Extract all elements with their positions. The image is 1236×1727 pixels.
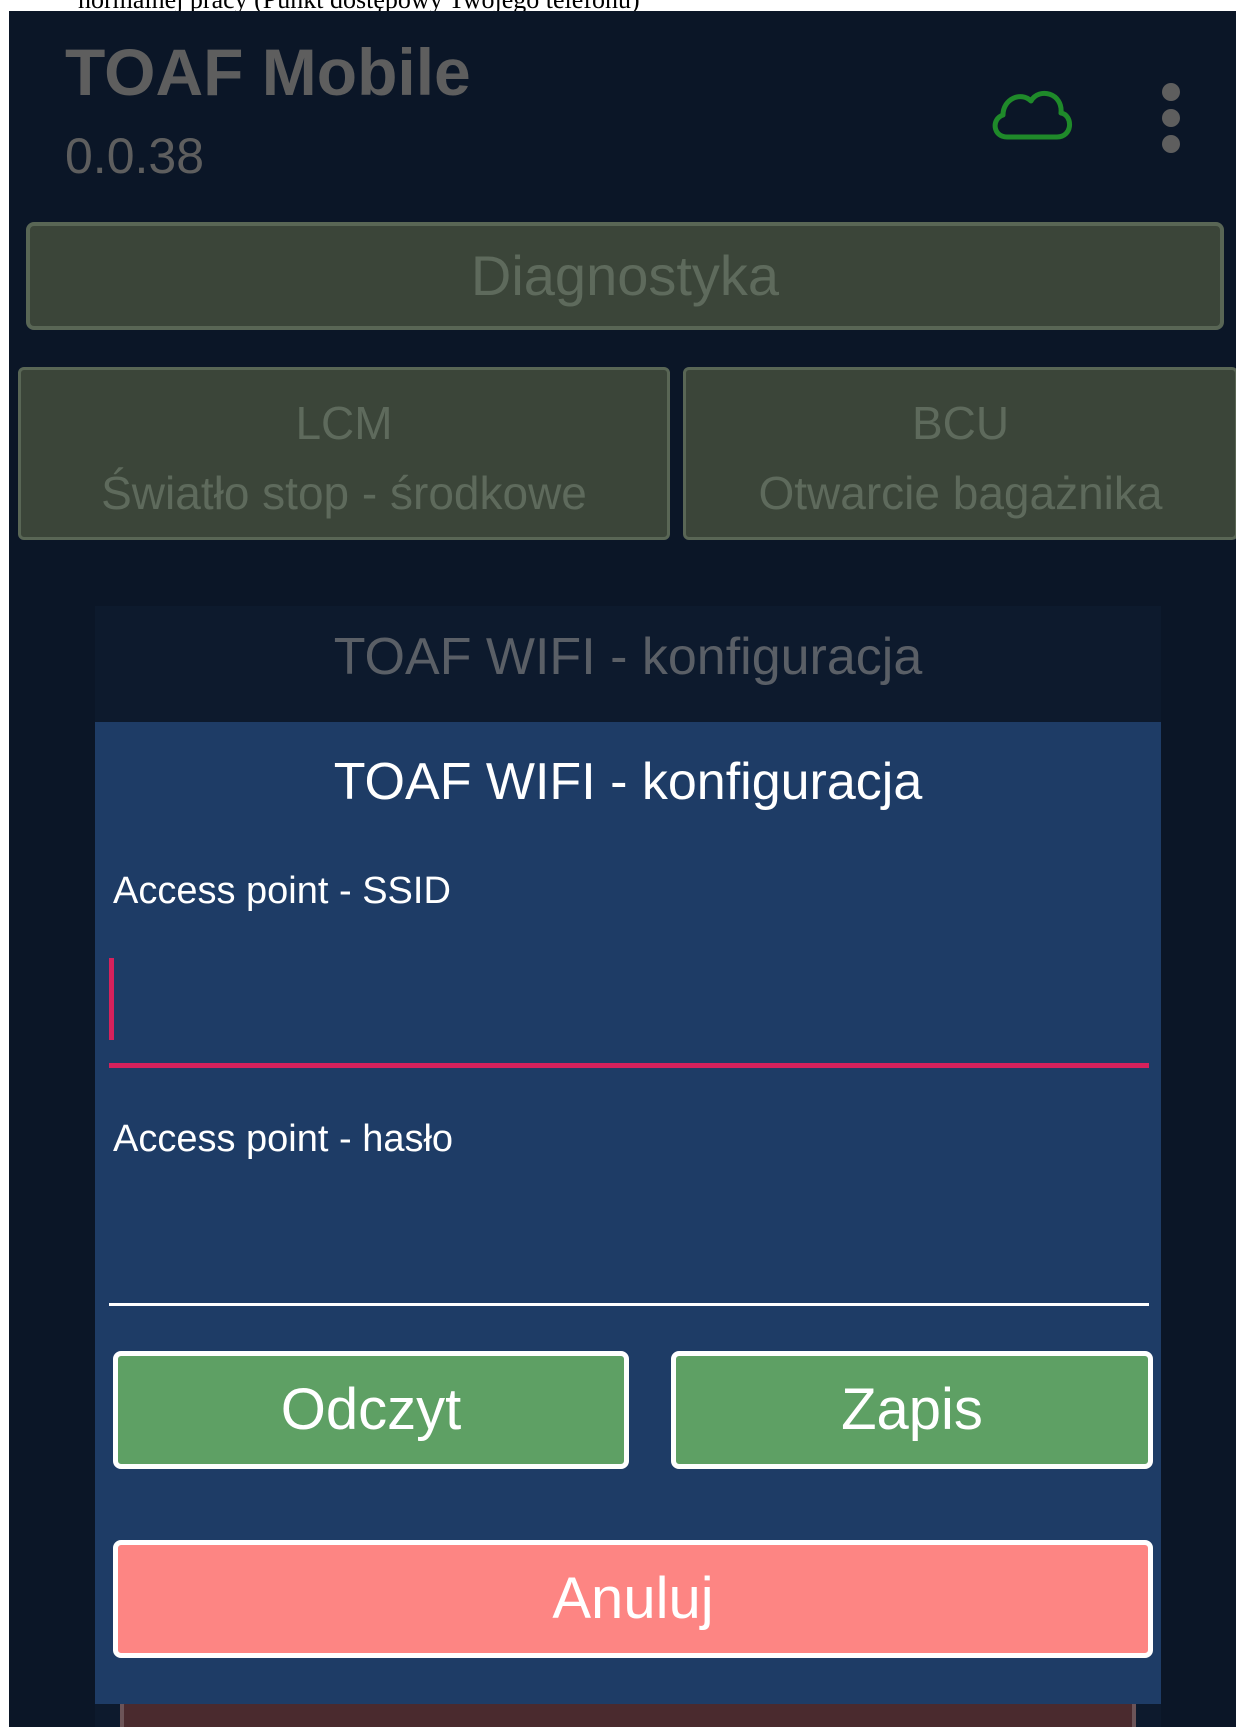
app-version: 0.0.38	[65, 128, 205, 184]
app-screen: TOAF Mobile 0.0.38 Diagnostyka LCM Świat…	[9, 11, 1236, 1727]
bcu-trunk-open-button[interactable]: BCU Otwarcie bagażnika	[683, 367, 1236, 540]
read-button[interactable]: Odczyt	[113, 1351, 629, 1469]
lcm-action-label: Światło stop - środkowe	[101, 467, 587, 519]
cloud-icon[interactable]	[987, 81, 1073, 147]
bcu-module-code: BCU	[911, 397, 1010, 449]
text-cursor	[109, 958, 114, 1040]
background-dialog-title: TOAF WIFI - konfiguracja	[333, 628, 923, 686]
lcm-module-code: LCM	[295, 397, 393, 449]
background-button-peek	[120, 1704, 1136, 1727]
password-label: Access point - hasło	[113, 1118, 454, 1160]
cancel-button[interactable]: Anuluj	[113, 1540, 1153, 1658]
more-vert-icon[interactable]	[1159, 83, 1183, 155]
ssid-label: Access point - SSID	[113, 870, 451, 912]
app-title: TOAF Mobile	[65, 35, 471, 109]
dialog-title: TOAF WIFI - konfiguracja	[333, 753, 923, 811]
diagnostics-button[interactable]: Diagnostyka	[26, 222, 1224, 330]
password-input[interactable]	[109, 1222, 1149, 1306]
ssid-input[interactable]	[109, 958, 1149, 1068]
bcu-action-label: Otwarcie bagażnika	[758, 467, 1163, 519]
save-button[interactable]: Zapis	[671, 1351, 1153, 1469]
wifi-config-dialog: TOAF WIFI - konfiguracja Access point - …	[95, 722, 1161, 1704]
lcm-stop-light-button[interactable]: LCM Światło stop - środkowe	[18, 367, 670, 540]
